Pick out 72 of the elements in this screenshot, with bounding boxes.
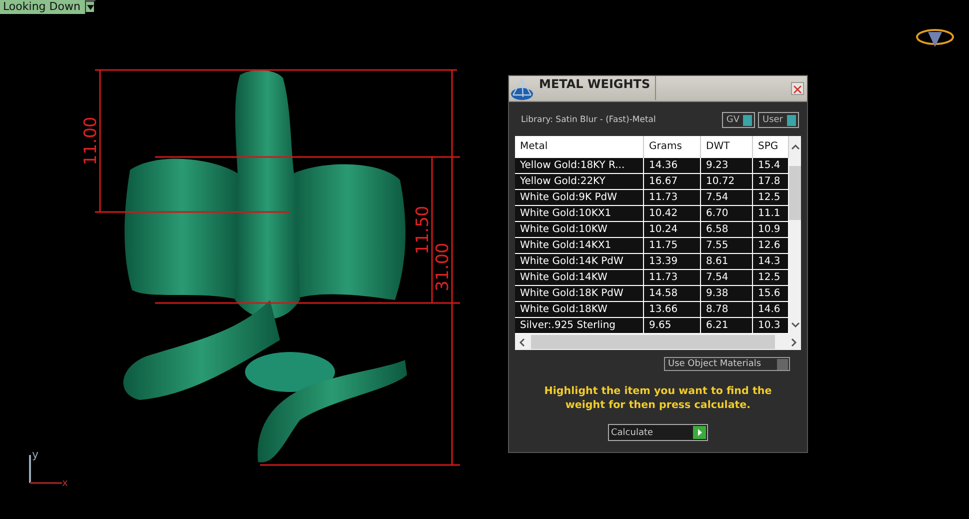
table-cell: 10.24 xyxy=(644,222,701,238)
use-object-materials-checkbox[interactable]: Use Object Materials xyxy=(664,357,790,371)
table-cell: White Gold:18K PdW xyxy=(515,286,644,302)
table-cell: 6.70 xyxy=(701,206,753,222)
library-label: Library: Satin Blur - (Fast)-Metal xyxy=(521,115,657,125)
table-cell: 8.78 xyxy=(701,302,753,318)
table-cell: White Gold:14K PdW xyxy=(515,254,644,270)
table-cell: 10.9 xyxy=(753,222,789,238)
dimension-label: 11.00 xyxy=(81,116,101,166)
table-cell: 14.6 xyxy=(753,302,789,318)
dimension-label: 11.50 xyxy=(413,206,433,254)
table-cell: 7.54 xyxy=(701,190,753,206)
table-cell: 6.21 xyxy=(701,318,753,334)
table-cell: White Gold:14KW xyxy=(515,270,644,286)
table-cell: 12.5 xyxy=(753,270,789,286)
horizontal-scrollbar[interactable] xyxy=(515,334,801,350)
table-cell: 7.54 xyxy=(701,270,753,286)
table-cell: White Gold:10KX1 xyxy=(515,206,644,222)
table-cell: 11.1 xyxy=(753,206,789,222)
table-cell: White Gold:18KW xyxy=(515,302,644,318)
table-cell: 16.67 xyxy=(644,174,701,190)
table-cell: Yellow Gold:22KY xyxy=(515,174,644,190)
calculate-button[interactable]: Calculate xyxy=(608,424,708,441)
view-dropdown[interactable]: Looking Down xyxy=(0,0,86,14)
table-cell: 6.58 xyxy=(701,222,753,238)
table-cell: 12.5 xyxy=(753,190,789,206)
table-cell: 14.36 xyxy=(644,158,701,174)
table-cell: 9.65 xyxy=(644,318,701,334)
table-cell: 17.8 xyxy=(753,174,789,190)
y-axis-label: y xyxy=(32,448,39,461)
pyramid-logo-icon xyxy=(510,76,534,100)
table-cell: 9.38 xyxy=(701,286,753,302)
toggle-button[interactable]: User xyxy=(758,112,799,128)
table-cell: 15.4 xyxy=(753,158,789,174)
table-cell: 10.3 xyxy=(753,318,789,334)
table-cell: Yellow Gold:18KY R... xyxy=(515,158,644,174)
table-cell: White Gold:9K PdW xyxy=(515,190,644,206)
instruction-text: Highlight the item you want to find the weight for then press calculate. xyxy=(543,384,773,412)
table-cell: White Gold:10KW xyxy=(515,222,644,238)
table-cell: 13.66 xyxy=(644,302,701,318)
toggle-label: GV xyxy=(726,115,740,125)
table-cell: 7.55 xyxy=(701,238,753,254)
down-caret-icon[interactable] xyxy=(790,320,800,329)
right-caret-icon[interactable] xyxy=(789,338,798,346)
dimension-label: 31.00 xyxy=(433,242,453,292)
toggle-label: User xyxy=(762,115,783,125)
vertical-scrollbar[interactable] xyxy=(789,136,801,334)
checkbox-label: Use Object Materials xyxy=(668,359,762,369)
table-cell: 8.61 xyxy=(701,254,753,270)
up-caret-icon[interactable] xyxy=(790,143,800,152)
table-cell: 11.73 xyxy=(644,190,701,206)
table-cell: 12.6 xyxy=(753,238,789,254)
table-cell: 15.6 xyxy=(753,286,789,302)
table-cell: 9.23 xyxy=(701,158,753,174)
table-cell: White Gold:14KX1 xyxy=(515,238,644,254)
table-cell: 14.3 xyxy=(753,254,789,270)
toggle-button[interactable]: GV xyxy=(722,112,756,128)
table-cell: 10.42 xyxy=(644,206,701,222)
left-caret-icon[interactable] xyxy=(518,338,527,346)
close-button[interactable] xyxy=(791,82,804,95)
view-cube-icon[interactable] xyxy=(916,29,954,47)
table-cell: 11.75 xyxy=(644,238,701,254)
table-cell: 11.73 xyxy=(644,270,701,286)
close-icon xyxy=(792,84,803,95)
table-cell: 14.58 xyxy=(644,286,701,302)
table-cell: 13.39 xyxy=(644,254,701,270)
dropdown-button[interactable] xyxy=(85,0,96,14)
x-axis-label: x xyxy=(62,478,68,489)
caret-icon xyxy=(86,4,94,10)
panel-title: METAL WEIGHTS xyxy=(534,76,656,100)
table-cell: 10.72 xyxy=(701,174,753,190)
table-cell: Silver:.925 Sterling xyxy=(515,318,644,334)
